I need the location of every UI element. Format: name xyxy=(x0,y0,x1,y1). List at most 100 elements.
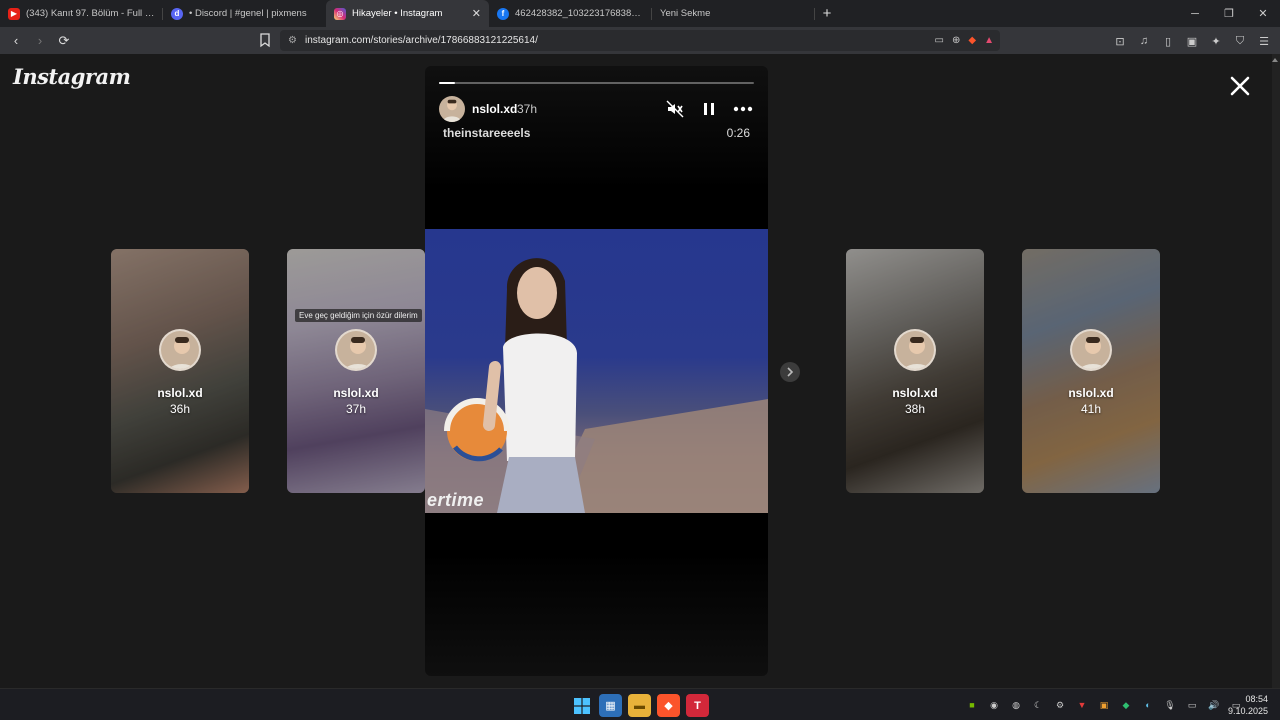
tray-app-icon[interactable]: ◆ xyxy=(1118,697,1134,713)
active-story[interactable]: nslol.xd 37h theinstareeeels 0:26 ertime xyxy=(425,66,768,676)
story-thumbnail[interactable]: Eve geç geldiğim için özür dilerim nslol… xyxy=(287,249,425,493)
nvidia-icon[interactable]: ■ xyxy=(964,697,980,713)
thumbnail-dim-overlay xyxy=(1022,249,1160,493)
close-window-icon[interactable]: ✕ xyxy=(1246,0,1280,27)
volume-icon[interactable]: 🔊 xyxy=(1206,697,1222,713)
menu-icon[interactable]: ☰ xyxy=(1254,31,1274,51)
tray-app-icon[interactable]: ☾ xyxy=(1030,697,1046,713)
cast-icon[interactable]: ▭ xyxy=(935,35,944,46)
bookmark-icon[interactable] xyxy=(258,32,272,48)
story-thumbnail[interactable]: nslol.xd 41h xyxy=(1022,249,1160,493)
tab-youtube[interactable]: ▶ (343) Kanıt 97. Bölüm - Full Bölüm - Y… xyxy=(0,0,163,27)
restore-icon[interactable]: ❐ xyxy=(1212,0,1246,27)
video-overlay-text: ertime xyxy=(427,490,485,510)
zoom-icon[interactable]: ⊕ xyxy=(952,35,960,46)
story-username: nslol.xd xyxy=(1068,386,1114,400)
avatar-person-icon xyxy=(442,99,462,122)
browser-toolbar: ‹ › ⟳ ⚙ instagram.com/stories/archive/17… xyxy=(0,27,1280,54)
tab-title: (343) Kanıt 97. Bölüm - Full Bölüm - You… xyxy=(26,8,155,19)
story-age: 37h xyxy=(517,102,538,116)
chevron-right-icon xyxy=(787,367,794,377)
tray-app-icon[interactable]: ▣ xyxy=(1096,697,1112,713)
brave-browser-icon[interactable]: ◆ xyxy=(657,694,680,717)
tray-app-icon[interactable]: ▼ xyxy=(1074,697,1090,713)
thumbnail-dim-overlay xyxy=(111,249,249,493)
story-age: 36h xyxy=(169,402,191,416)
tab-new[interactable]: Yeni Sekme xyxy=(652,0,815,27)
clock-date: 9.10.2025 xyxy=(1227,706,1268,716)
story-duration: 0:26 xyxy=(726,126,750,140)
minimize-icon[interactable]: ─ xyxy=(1178,0,1212,27)
close-tab-icon[interactable]: ✕ xyxy=(472,7,481,20)
story-age: 37h xyxy=(345,402,367,416)
tab-instagram[interactable]: ◎ Hikayeler • Instagram ✕ xyxy=(326,0,489,27)
thumbnail-dim-overlay xyxy=(287,249,425,493)
windows-taskbar: ▦ ▬ ◆ T ■ ◉ ◍ ☾ ⚙ ▼ ▣ ◆ ◐ 🎙 ▭ 🔊 ▭ 08:54 … xyxy=(0,688,1280,720)
story-age: 41h xyxy=(1080,402,1102,416)
story-caption: Eve geç geldiğim için özür dilerim xyxy=(295,309,422,322)
tab-title: 462428382_1032231768384661_3463 xyxy=(515,8,644,19)
more-options-icon[interactable] xyxy=(732,98,754,120)
window-controls: ─ ❐ ✕ xyxy=(1178,0,1280,27)
microphone-icon[interactable]: 🎙 xyxy=(1162,697,1178,713)
story-username: nslol.xd xyxy=(157,386,203,400)
wallet-icon[interactable]: ▣ xyxy=(1182,31,1202,51)
avatar xyxy=(1070,329,1112,371)
brave-shield-icon[interactable]: ◆ xyxy=(968,35,976,46)
leo-ai-icon[interactable]: ✦ xyxy=(1206,31,1226,51)
steam-icon[interactable]: ◍ xyxy=(1008,697,1024,713)
tab-search-icon[interactable]: ⊡ xyxy=(1110,31,1130,51)
reload-icon[interactable]: ⟳ xyxy=(54,31,74,51)
thumbnail-dim-overlay xyxy=(846,249,984,493)
new-tab-button[interactable]: + xyxy=(815,0,839,27)
next-story-button[interactable] xyxy=(780,362,800,382)
taskbar-clock[interactable]: 08:54 9.10.2025 xyxy=(1228,693,1268,717)
story-controls xyxy=(664,98,754,120)
url-text: instagram.com/stories/archive/1786688312… xyxy=(304,35,538,46)
video-frame-image xyxy=(425,258,768,513)
youtube-icon: ▶ xyxy=(8,7,20,20)
site-info-icon[interactable]: ⚙ xyxy=(288,35,297,46)
tray-app-icon[interactable]: ⚙ xyxy=(1052,697,1068,713)
pause-icon[interactable] xyxy=(698,98,720,120)
media-icon[interactable]: ♫ xyxy=(1134,31,1154,51)
tab-title: Hikayeler • Instagram xyxy=(352,8,443,19)
story-thumbnail[interactable]: nslol.xd 36h xyxy=(111,249,249,493)
story-username[interactable]: nslol.xd xyxy=(472,102,517,116)
discord-icon: d xyxy=(171,7,183,20)
windows-start-icon[interactable] xyxy=(570,694,593,717)
system-tray: ■ ◉ ◍ ☾ ⚙ ▼ ▣ ◆ ◐ 🎙 ▭ 🔊 ▭ xyxy=(964,697,1244,713)
instagram-stories-page: Instagram nslol.xd 36h Eve geç geldiğim … xyxy=(0,54,1280,688)
widgets-icon[interactable]: ▦ xyxy=(599,694,622,717)
story-thumbnail[interactable]: nslol.xd 38h xyxy=(846,249,984,493)
forward-icon[interactable]: › xyxy=(30,31,50,51)
app-icon[interactable]: T xyxy=(686,694,709,717)
tray-app-icon[interactable]: ◉ xyxy=(986,697,1002,713)
page-scrollbar[interactable] xyxy=(1272,54,1280,688)
taskbar-apps: ▦ ▬ ◆ T xyxy=(570,694,709,717)
network-icon[interactable]: ▭ xyxy=(1184,697,1200,713)
muted-icon[interactable] xyxy=(664,98,686,120)
brave-rewards-icon[interactable]: ▲ xyxy=(984,35,994,46)
close-stories-icon[interactable] xyxy=(1228,74,1252,98)
audio-source-label[interactable]: theinstareeeels xyxy=(443,126,530,140)
tab-discord[interactable]: d • Discord | #genel | pixmens xyxy=(163,0,326,27)
avatar xyxy=(159,329,201,371)
tab-title: • Discord | #genel | pixmens xyxy=(189,8,307,19)
address-bar-actions: ▭ ⊕ ◆ ▲ xyxy=(935,30,994,51)
vpn-icon[interactable]: ⛉ xyxy=(1230,31,1250,51)
story-video[interactable]: ertime xyxy=(425,229,768,513)
file-explorer-icon[interactable]: ▬ xyxy=(628,694,651,717)
back-icon[interactable]: ‹ xyxy=(6,31,26,51)
tray-app-icon[interactable]: ◐ xyxy=(1140,697,1156,713)
sidebar-icon[interactable]: ▯ xyxy=(1158,31,1178,51)
toolbar-extensions: ⊡ ♫ ▯ ▣ ✦ ⛉ ☰ xyxy=(1110,31,1274,51)
avatar xyxy=(335,329,377,371)
instagram-logo[interactable]: Instagram xyxy=(13,64,131,89)
avatar[interactable] xyxy=(439,96,465,122)
avatar xyxy=(894,329,936,371)
address-bar[interactable]: ⚙ instagram.com/stories/archive/17866883… xyxy=(280,30,1000,51)
tab-title: Yeni Sekme xyxy=(660,8,711,19)
story-username: nslol.xd xyxy=(892,386,938,400)
tab-facebook[interactable]: f 462428382_1032231768384661_3463 xyxy=(489,0,652,27)
